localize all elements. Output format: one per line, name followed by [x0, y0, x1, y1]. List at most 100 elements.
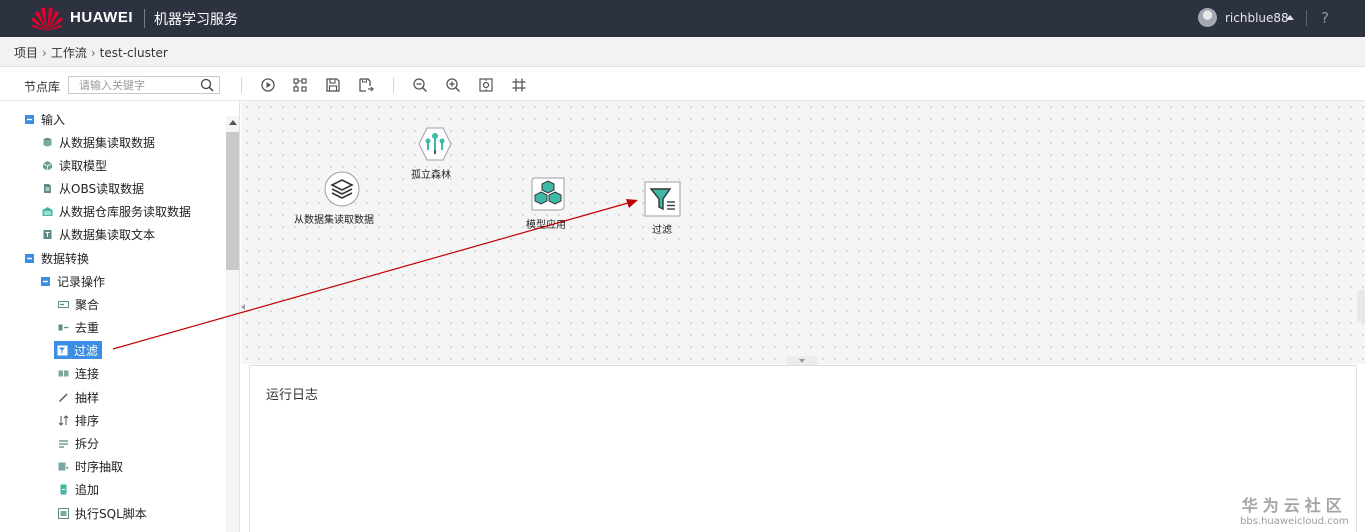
collapse-log-handle[interactable]	[786, 356, 818, 365]
caret-up-icon[interactable]	[1286, 15, 1294, 20]
header-divider	[1306, 10, 1307, 26]
dedup-icon	[58, 324, 69, 330]
zoom-out-icon[interactable]	[412, 77, 428, 93]
tree-group-label: 数据转换	[41, 251, 90, 266]
join-icon	[58, 370, 69, 376]
tree-item-read-dataset[interactable]: 从数据集读取数据	[42, 133, 155, 151]
breadcrumb-current: test-cluster	[99, 46, 168, 60]
time-series-icon	[58, 462, 69, 470]
editor-toolbar: 节点库	[0, 68, 1365, 101]
dataset-icon[interactable]	[324, 171, 360, 207]
tree-group-input[interactable]: 输入	[24, 110, 65, 128]
tree-item-label: 抽样	[75, 390, 100, 405]
append-icon	[60, 484, 67, 494]
tree-item-sample[interactable]: 抽样	[58, 388, 99, 406]
tree-item-label: 执行SQL脚本	[75, 506, 147, 521]
tree-item-read-model[interactable]: 读取模型	[42, 156, 107, 174]
log-title: 运行日志	[266, 388, 319, 403]
username-menu[interactable]: richblue88	[1225, 11, 1289, 25]
watermark-url: bbs.huaweicloud.com	[1240, 516, 1349, 527]
tree-item-append[interactable]: 追加	[58, 480, 99, 498]
cube-icon	[42, 160, 53, 170]
tree-item-split[interactable]: 拆分	[58, 434, 99, 452]
tree-item-sort[interactable]: 排序	[58, 411, 99, 429]
huawei-logo-icon[interactable]	[30, 5, 64, 32]
tree-item-join[interactable]: 连接	[58, 364, 99, 382]
sample-icon	[59, 393, 68, 402]
file-icon	[44, 183, 51, 193]
tree-item-time-series[interactable]: 时序抽取	[58, 457, 123, 475]
tree-item-label: 追加	[75, 482, 100, 497]
tree-item-label: 连接	[75, 366, 100, 381]
model-apply-icon[interactable]	[530, 176, 566, 212]
tree-item-label: 聚合	[75, 297, 100, 312]
tree-item-label: 过滤	[74, 343, 99, 358]
node-label: 从数据集读取数据	[294, 215, 374, 226]
tree-item-label: 从OBS读取数据	[59, 181, 145, 196]
tree-item-read-text[interactable]: 从数据集读取文本	[42, 225, 155, 243]
filter-icon[interactable]	[644, 181, 681, 217]
split-icon	[59, 439, 68, 448]
filter-icon	[57, 345, 68, 355]
tree-item-label: 去重	[75, 320, 100, 335]
collapse-icon[interactable]	[24, 114, 35, 125]
workflow-canvas[interactable]	[241, 101, 1365, 364]
aggregate-icon	[58, 300, 69, 308]
breadcrumb-project[interactable]: 项目	[14, 46, 38, 60]
chevron-right-icon: ›	[42, 46, 47, 60]
save-as-icon[interactable]	[358, 77, 374, 93]
node-search-input[interactable]	[69, 77, 193, 93]
sort-icon	[58, 414, 69, 426]
breadcrumb-workflow[interactable]: 工作流	[51, 46, 87, 60]
brand-divider	[144, 9, 145, 28]
tree-item-dedup[interactable]: 去重	[58, 318, 99, 336]
node-search	[68, 76, 220, 94]
scroll-up-icon[interactable]	[229, 120, 237, 125]
brand-name: HUAWEI	[70, 9, 133, 26]
node-library-label: 节点库	[24, 80, 61, 94]
tree-item-label: 从数据集读取数据	[59, 135, 156, 150]
node-label: 过滤	[652, 225, 672, 236]
toolbar-divider	[241, 77, 242, 93]
breadcrumb: 项目 › 工作流 › test-cluster	[0, 37, 1365, 67]
tree-item-label: 排序	[75, 413, 100, 428]
watermark: 华为云社区 bbs.huaweicloud.com	[1240, 492, 1349, 527]
isolation-forest-icon[interactable]	[417, 126, 453, 162]
tree-group-record-ops[interactable]: 记录操作	[40, 272, 105, 290]
run-icon[interactable]	[260, 77, 276, 93]
collapse-icon[interactable]	[40, 276, 51, 287]
tree-item-label: 从数据集读取文本	[59, 227, 156, 242]
tree-item-label: 拆分	[75, 436, 100, 451]
grid-icon[interactable]	[511, 77, 527, 93]
tree-group-label: 输入	[41, 112, 66, 127]
search-icon[interactable]	[200, 78, 214, 92]
tree-item-label: 读取模型	[59, 158, 108, 173]
sql-script-icon	[58, 507, 69, 519]
tree-group-transform[interactable]: 数据转换	[24, 249, 89, 267]
tree-item-read-obs[interactable]: 从OBS读取数据	[42, 179, 144, 197]
node-label: 孤立森林	[411, 170, 451, 181]
tree-item-label: 从数据仓库服务读取数据	[59, 204, 192, 219]
dataset-icon	[43, 137, 52, 146]
chevron-right-icon: ›	[90, 46, 96, 60]
fit-icon[interactable]	[478, 77, 494, 93]
tree-scrollbar-thumb[interactable]	[226, 132, 239, 270]
user-avatar[interactable]	[1198, 8, 1217, 27]
tree-item-label: 时序抽取	[75, 459, 124, 474]
expand-right-panel-handle[interactable]	[1357, 290, 1365, 322]
watermark-title: 华为云社区	[1241, 496, 1347, 515]
layout-icon[interactable]	[292, 77, 308, 93]
tree-group-label: 记录操作	[57, 274, 106, 289]
save-icon[interactable]	[325, 77, 341, 93]
tree-item-aggregate[interactable]: 聚合	[58, 295, 99, 313]
tree-item-read-dws[interactable]: 从数据仓库服务读取数据	[42, 202, 191, 220]
top-bar: HUAWEI 机器学习服务 richblue88 ?	[0, 0, 1365, 37]
node-label: 模型应用	[526, 220, 566, 231]
zoom-in-icon[interactable]	[445, 77, 461, 93]
toolbar-divider	[393, 77, 394, 93]
tree-item-sql[interactable]: 执行SQL脚本	[58, 504, 147, 522]
tree-item-filter[interactable]: 过滤	[54, 341, 103, 359]
collapse-left-icon[interactable]	[241, 304, 245, 310]
collapse-icon[interactable]	[24, 253, 35, 264]
help-icon[interactable]: ?	[1321, 9, 1329, 27]
